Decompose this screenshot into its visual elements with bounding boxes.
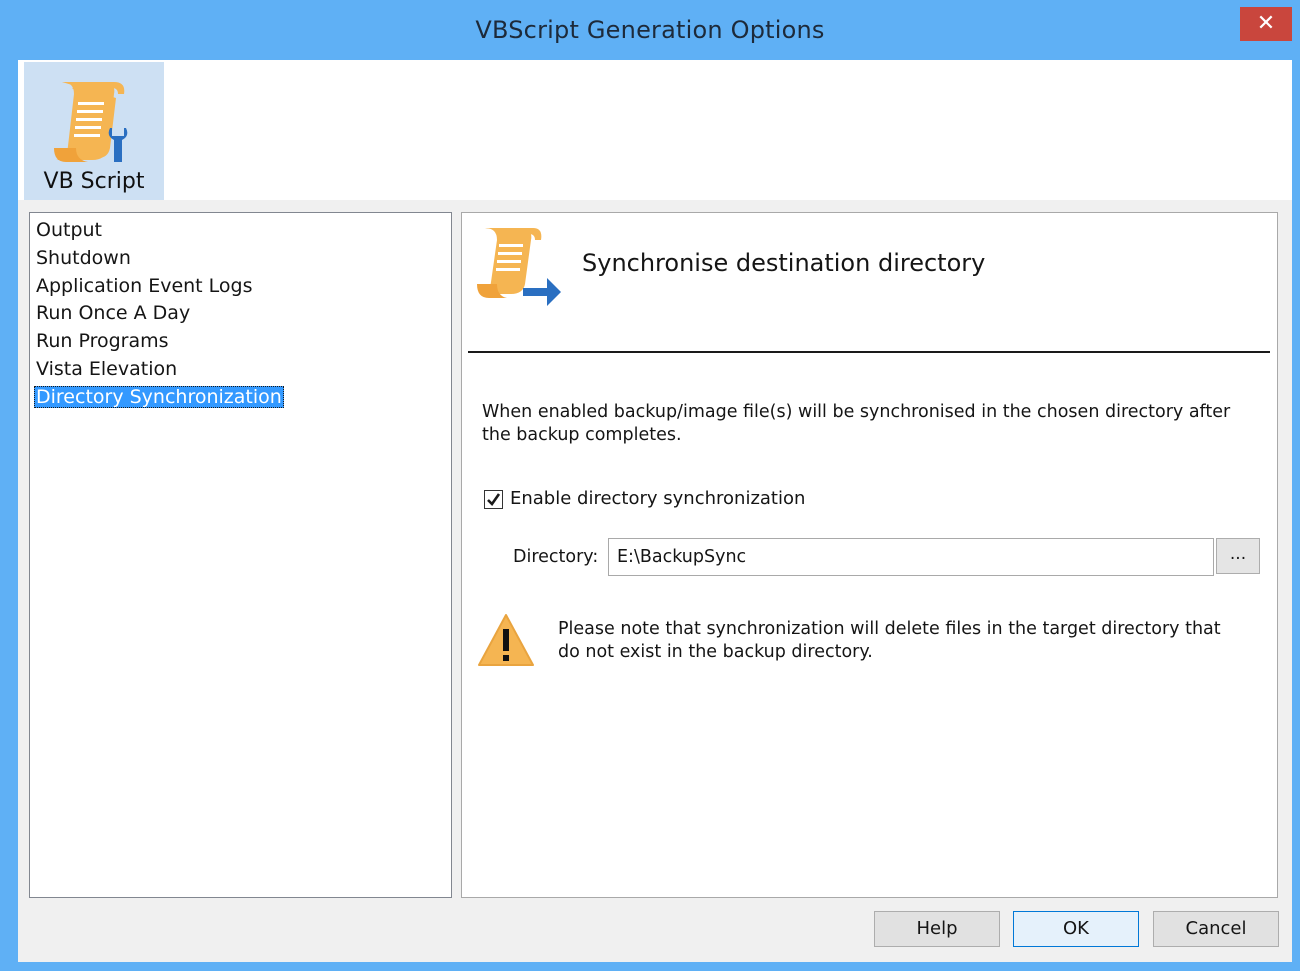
enable-sync-checkbox[interactable]: [484, 490, 503, 509]
page-title: Synchronise destination directory: [582, 249, 986, 277]
enable-sync-label[interactable]: Enable directory synchronization: [510, 488, 805, 509]
scroll-arrow-icon: [477, 228, 561, 306]
ok-button[interactable]: OK: [1013, 911, 1139, 947]
dialog-window: VBScript Generation Options ✕ VB Script: [0, 0, 1300, 971]
close-icon: ✕: [1256, 11, 1276, 36]
nav-item-run-once-a-day[interactable]: Run Once A Day: [36, 300, 451, 328]
warning-text: Please note that synchronization will de…: [558, 619, 1221, 662]
nav-item-run-programs[interactable]: Run Programs: [36, 328, 451, 356]
description-text: When enabled backup/image file(s) will b…: [482, 402, 1231, 445]
category-toolbar: VB Script: [18, 60, 1292, 200]
nav-item-shutdown[interactable]: Shutdown: [36, 245, 451, 273]
title-bar[interactable]: VBScript Generation Options ✕: [0, 0, 1300, 60]
warning-triangle-icon: [478, 614, 534, 666]
nav-item-application-event-logs[interactable]: Application Event Logs: [36, 273, 451, 301]
toolbar-item-label: VB Script: [43, 169, 145, 194]
nav-item-output[interactable]: Output: [36, 217, 451, 245]
settings-panel: Synchronise destination directory When e…: [461, 212, 1278, 898]
window-title: VBScript Generation Options: [475, 16, 825, 44]
nav-item-directory-synchronization[interactable]: Directory Synchronization: [34, 384, 451, 412]
directory-input[interactable]: [608, 538, 1214, 576]
checkmark-icon: [487, 493, 501, 507]
header-divider: [468, 351, 1270, 353]
dialog-client-area: VB Script Output Shutdown Application Ev…: [18, 60, 1292, 962]
directory-label: Directory:: [513, 547, 599, 567]
nav-item-vista-elevation[interactable]: Vista Elevation: [36, 356, 451, 384]
close-button[interactable]: ✕: [1240, 7, 1292, 41]
browse-button[interactable]: ...: [1216, 538, 1260, 574]
vbscript-scroll-wrench-icon: [54, 82, 128, 162]
toolbar-item-vb-script[interactable]: VB Script: [24, 62, 164, 200]
help-button[interactable]: Help: [874, 911, 1000, 947]
cancel-button[interactable]: Cancel: [1153, 911, 1279, 947]
options-nav-list[interactable]: Output Shutdown Application Event Logs R…: [29, 212, 452, 898]
